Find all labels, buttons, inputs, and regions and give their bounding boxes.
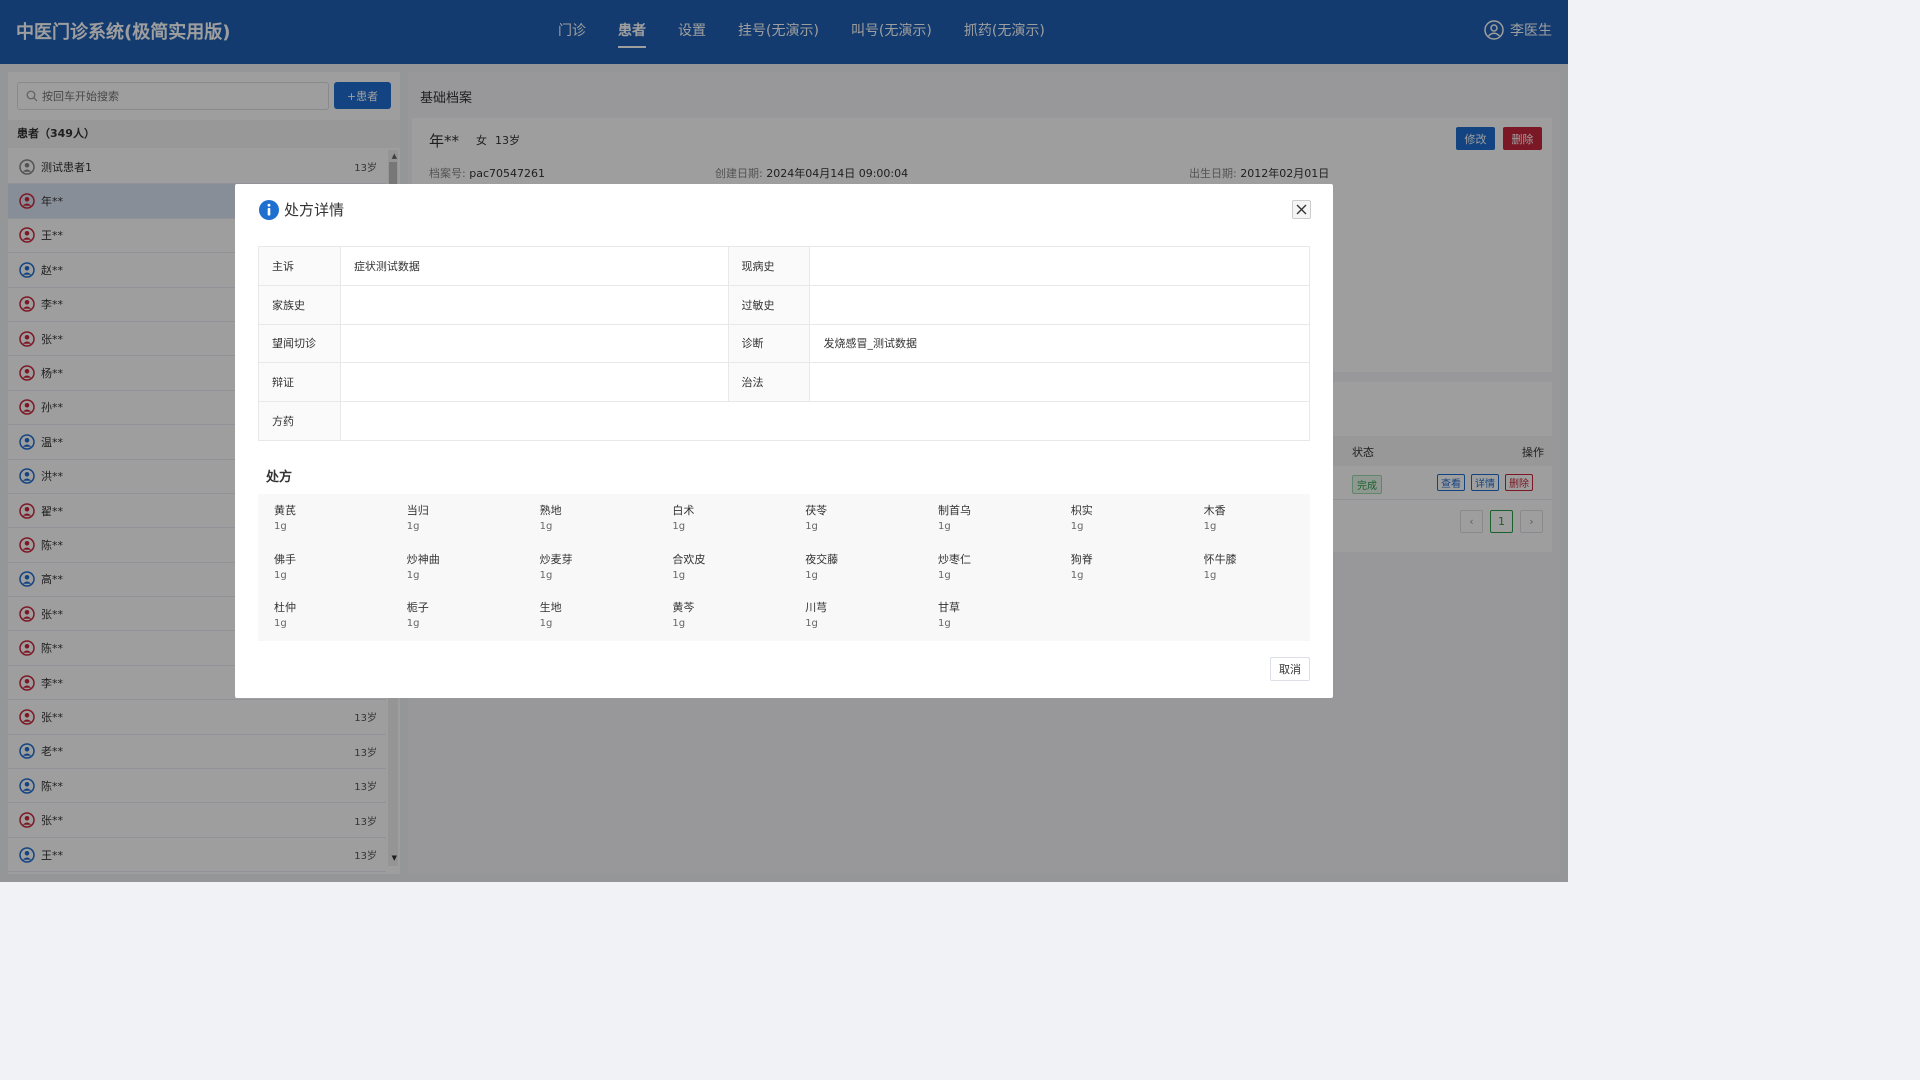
herb-item: 合欢皮 1g [672, 553, 805, 602]
herb-dose: 1g [672, 521, 686, 532]
field-value [809, 362, 1310, 403]
herb-dose: 1g [406, 618, 420, 630]
herb-name: 枳实 [1070, 504, 1093, 517]
herb-name: 茯苓 [805, 504, 828, 517]
herb-item: 甘草 1g [938, 601, 1071, 650]
herb-name: 当归 [406, 504, 429, 517]
herb-item: 佛手 1g [274, 553, 407, 602]
herb-item: 黄芪 1g [274, 504, 407, 553]
herb-item: 白术 1g [672, 504, 805, 553]
field-label: 望闻切诊 [258, 323, 341, 364]
herb-dose: 1g [1070, 521, 1084, 532]
cancel-button[interactable]: 取消 [1270, 657, 1310, 681]
herb-item: 杜仲 1g [274, 601, 407, 650]
table-row: 家族史 过敏史 [258, 284, 1310, 325]
field-label: 辩证 [258, 362, 341, 403]
herb-grid: 黄芪 1g 当归 1g 熟地 1g 白术 1g 茯苓 1g 制首乌 1g 枳实 1g 木香 1g 佛手 1g 炒神曲… [258, 494, 1310, 641]
modal-title: 处方详情 [259, 199, 344, 220]
table-row: 辩证 治法 [258, 362, 1310, 403]
herb-name: 怀牛膝 [1203, 552, 1237, 566]
field-value: 症状测试数据 [339, 246, 729, 286]
herb-dose: 1g [539, 521, 553, 532]
herb-dose: 1g [1203, 521, 1217, 532]
table-row: 方药 [258, 401, 1311, 441]
field-label: 主诉 [258, 246, 341, 286]
herb-item: 枳实 1g [1071, 504, 1204, 553]
field-label: 家族史 [258, 284, 341, 325]
herb-dose: 1g [937, 521, 951, 532]
herb-name: 白术 [672, 504, 695, 517]
field-value [809, 246, 1310, 286]
herb-item: 栀子 1g [407, 601, 540, 650]
herb-dose: 1g [406, 569, 420, 581]
herb-item: 生地 1g [540, 601, 673, 650]
field-label: 治法 [727, 362, 811, 403]
modal-title-text: 处方详情 [284, 201, 345, 219]
field-value: 发烧感冒_测试数据 [809, 323, 1310, 364]
herb-name: 炒枣仁 [937, 552, 971, 566]
herb-dose: 1g [274, 521, 287, 532]
prescription-title: 处方 [266, 470, 293, 485]
herb-item: 熟地 1g [540, 504, 673, 553]
field-label: 过敏史 [727, 284, 811, 325]
herb-item: 炒神曲 1g [407, 553, 540, 602]
herb-name: 栀子 [406, 601, 429, 615]
table-row: 主诉 症状测试数据 现病史 [258, 246, 1310, 286]
herb-dose: 1g [805, 618, 818, 630]
herb-item: 狗脊 1g [1071, 553, 1204, 602]
field-value [809, 284, 1310, 325]
field-value [339, 401, 1311, 441]
herb-name: 佛手 [274, 552, 296, 566]
prescription-detail-modal: 处方详情 主诉 症状测试数据 现病史 家族史 过敏史 望闻切诊 诊断 发烧感冒_测试数据 辩证治… [235, 184, 1333, 698]
field-value [339, 323, 729, 364]
info-icon [259, 199, 279, 220]
herb-item: 木香 1g [1204, 504, 1337, 553]
herb-name: 甘草 [937, 601, 960, 615]
herb-item: 怀牛膝 1g [1204, 553, 1337, 602]
herb-dose: 1g [805, 569, 818, 581]
herb-item: 炒枣仁 1g [938, 553, 1071, 602]
herb-name: 合欢皮 [672, 552, 706, 566]
field-value [339, 284, 729, 325]
herb-item: 茯苓 1g [805, 504, 938, 553]
herb-name: 川芎 [805, 601, 828, 615]
herb-dose: 1g [539, 618, 553, 630]
herb-name: 木香 [1203, 504, 1226, 517]
herb-name: 制首乌 [937, 504, 971, 517]
field-label: 诊断 [727, 323, 811, 364]
herb-name: 熟地 [539, 504, 562, 517]
close-button[interactable] [1292, 200, 1311, 219]
herb-dose: 1g [274, 618, 287, 630]
diagnosis-table: 主诉 症状测试数据 现病史 家族史 过敏史 望闻切诊 诊断 发烧感冒_测试数据 辩证 治法 方药 [258, 246, 1311, 441]
herb-dose: 1g [937, 569, 951, 581]
herb-item: 炒麦芽 1g [540, 553, 673, 602]
field-value [339, 362, 729, 403]
herb-item: 黄芩 1g [672, 601, 805, 650]
herb-name: 炒麦芽 [539, 552, 573, 566]
herb-name: 夜交藤 [805, 552, 839, 566]
herb-name: 狗脊 [1070, 552, 1093, 566]
herb-dose: 1g [672, 618, 686, 630]
herb-item: 夜交藤 1g [805, 553, 938, 602]
close-icon [1296, 204, 1307, 215]
herb-name: 生地 [539, 601, 562, 615]
herb-name: 黄芪 [274, 504, 296, 517]
herb-item: 当归 1g [407, 504, 540, 553]
herb-name: 杜仲 [274, 601, 296, 615]
herb-dose: 1g [406, 521, 420, 532]
herb-item: 制首乌 1g [938, 504, 1071, 553]
herb-name: 黄芩 [672, 601, 695, 615]
herb-dose: 1g [1070, 569, 1084, 581]
herb-dose: 1g [805, 521, 818, 532]
herb-dose: 1g [937, 618, 951, 630]
herb-dose: 1g [274, 569, 287, 581]
herb-dose: 1g [672, 569, 686, 581]
herb-dose: 1g [539, 569, 553, 581]
field-label: 现病史 [727, 246, 811, 286]
field-label: 方药 [258, 401, 341, 441]
herb-name: 炒神曲 [406, 552, 440, 566]
herb-dose: 1g [1203, 569, 1217, 581]
table-row: 望闻切诊 诊断 发烧感冒_测试数据 [258, 323, 1310, 364]
herb-item: 川芎 1g [805, 601, 938, 650]
